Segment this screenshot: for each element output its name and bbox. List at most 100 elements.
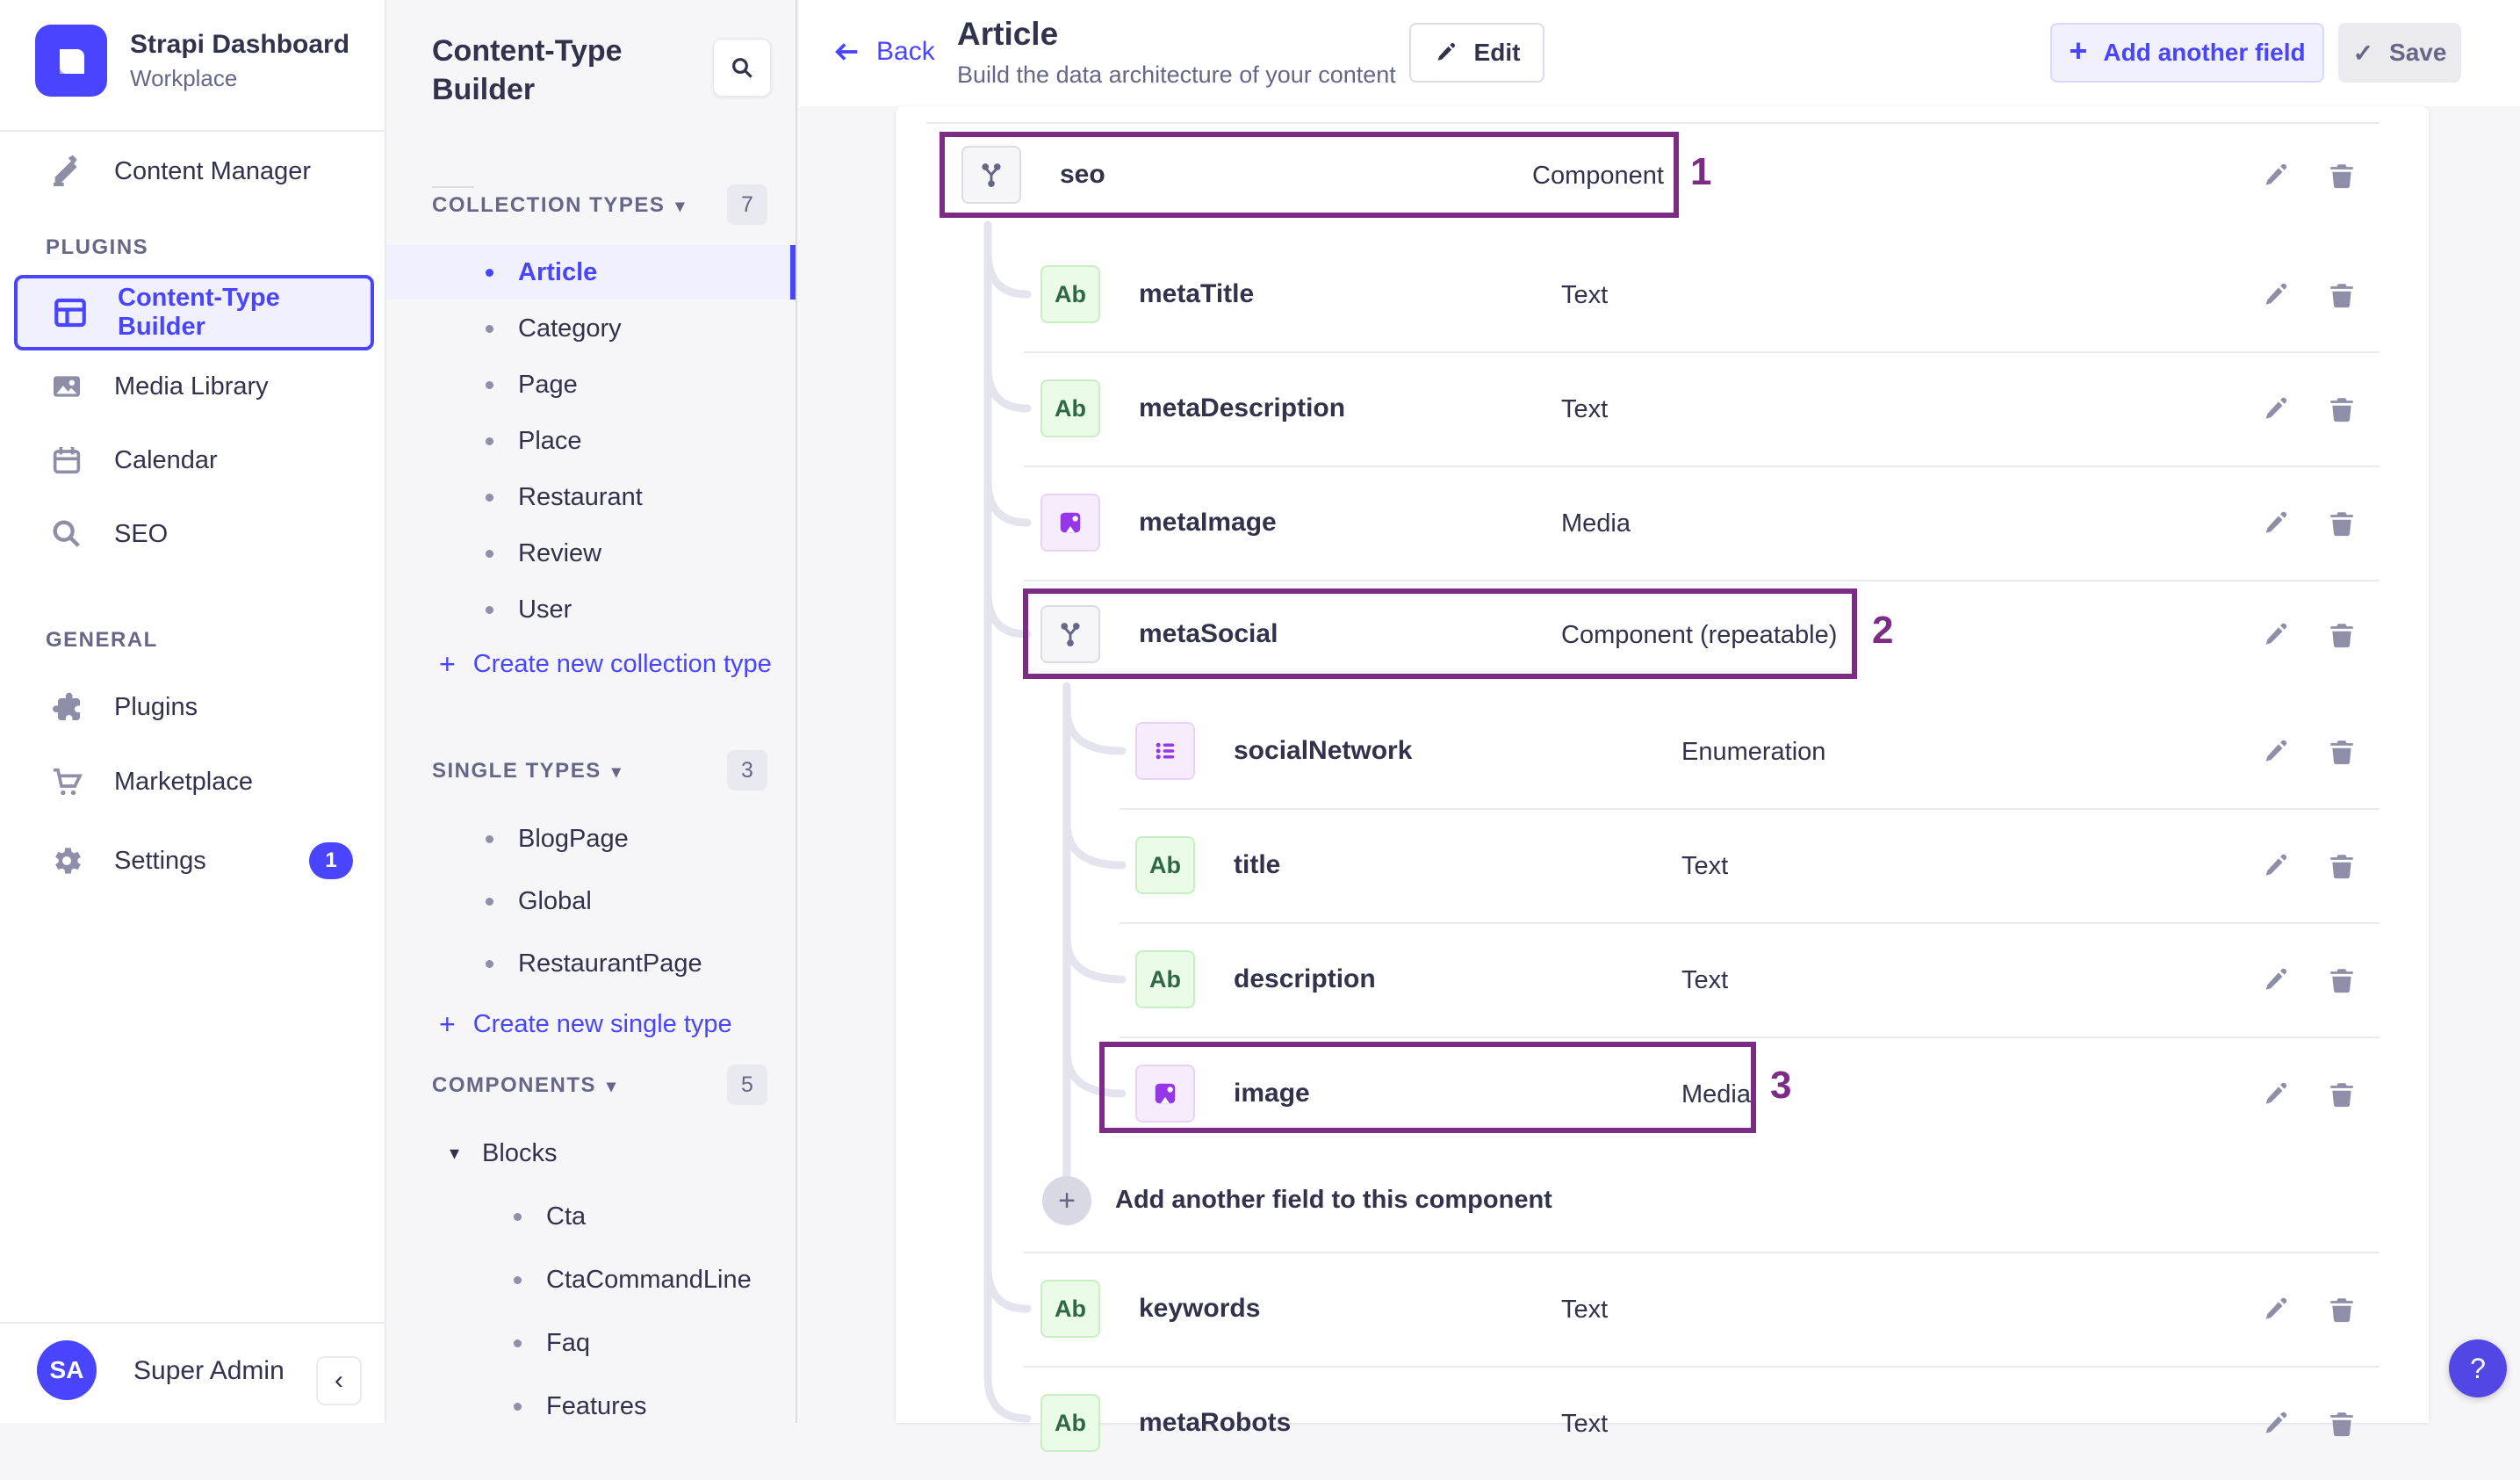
- edit-field-button[interactable]: [2257, 504, 2295, 543]
- subnav-item-review[interactable]: Review: [386, 526, 796, 581]
- table-row-metadescription: Ab metaDescription Text: [896, 351, 2429, 466]
- text-field-icon: Ab: [1040, 1280, 1100, 1338]
- subnav-item-restaurant[interactable]: Restaurant: [386, 470, 796, 524]
- subnav-item-global[interactable]: Global: [386, 874, 796, 928]
- active-indicator: [790, 245, 796, 300]
- plus-icon: +: [439, 647, 456, 680]
- edit-field-button[interactable]: [2257, 1290, 2295, 1329]
- avatar[interactable]: SA: [37, 1340, 97, 1400]
- collection-types-count: 7: [727, 184, 767, 225]
- add-field-label: Add another field to this component: [1115, 1186, 1552, 1214]
- sidebar-item-marketplace[interactable]: Marketplace: [14, 744, 374, 819]
- edit-field-button[interactable]: [2257, 156, 2295, 195]
- subnav-item-user[interactable]: User: [386, 582, 796, 637]
- edit-field-button[interactable]: [2257, 390, 2295, 429]
- help-button[interactable]: ?: [2449, 1339, 2507, 1397]
- subnav-item-cta[interactable]: Cta: [386, 1189, 796, 1244]
- create-collection-type-link[interactable]: + Create new collection type: [439, 639, 772, 689]
- sidebar-item-calendar[interactable]: Calendar: [14, 422, 374, 498]
- field-name: image: [1234, 1079, 1310, 1108]
- delete-field-button[interactable]: [2322, 1075, 2361, 1114]
- delete-field-button[interactable]: [2322, 847, 2361, 885]
- edit-field-button[interactable]: [2257, 733, 2295, 771]
- pencil-icon: [1437, 43, 1455, 61]
- subnav-item-faq[interactable]: Faq: [386, 1316, 796, 1370]
- bullet-icon: [486, 549, 493, 558]
- subnav-item-category[interactable]: Category: [386, 301, 796, 356]
- workspace-brand[interactable]: Strapi Dashboard Workplace: [35, 25, 349, 97]
- media-field-icon: [1135, 1065, 1195, 1123]
- delete-field-button[interactable]: [2322, 504, 2361, 543]
- delete-field-button[interactable]: [2322, 733, 2361, 771]
- delete-field-button[interactable]: [2322, 390, 2361, 429]
- delete-field-button[interactable]: [2322, 961, 2361, 1000]
- subnav-item-restaurantpage[interactable]: RestaurantPage: [386, 936, 796, 991]
- cart-icon: [47, 762, 86, 801]
- collapse-sidebar-button[interactable]: ‹: [316, 1356, 362, 1405]
- delete-field-button[interactable]: [2322, 616, 2361, 654]
- field-type: Text: [1681, 852, 1729, 880]
- gear-icon: [47, 841, 86, 880]
- subnav-item-features[interactable]: Features: [386, 1379, 796, 1433]
- bullet-icon: [514, 1402, 522, 1411]
- single-types-count: 3: [727, 750, 767, 791]
- content-type-builder-icon: [51, 293, 90, 332]
- edit-field-button[interactable]: [2257, 1075, 2295, 1114]
- edit-field-button[interactable]: [2257, 1404, 2295, 1443]
- sidebar-item-plugins[interactable]: Plugins: [14, 669, 374, 745]
- subnav-item-place[interactable]: Place: [386, 414, 796, 468]
- single-types-header[interactable]: SINGLE TYPES ▾: [432, 759, 622, 783]
- delete-field-button[interactable]: [2322, 1404, 2361, 1443]
- subnav-item-ctacommandline[interactable]: CtaCommandLine: [386, 1253, 796, 1307]
- content-type-builder-sidebar: Content-Type Builder COLLECTION TYPES ▾ 7…: [386, 0, 797, 1423]
- content-manager-icon: [47, 152, 86, 191]
- sidebar-item-media-library[interactable]: Media Library: [14, 349, 374, 424]
- edit-field-button[interactable]: [2257, 616, 2295, 654]
- sidebar-item-content-type-builder[interactable]: Content-Type Builder: [14, 275, 374, 350]
- text-field-icon: Ab: [1135, 836, 1195, 894]
- field-type: Enumeration: [1681, 738, 1826, 766]
- back-button[interactable]: Back: [832, 37, 935, 67]
- field-type: Text: [1561, 395, 1609, 423]
- field-type: Component: [1532, 162, 1664, 190]
- field-type: Text: [1681, 966, 1729, 994]
- page-subtitle: Build the data architecture of your cont…: [957, 61, 1396, 88]
- field-name: seo: [1060, 160, 1105, 189]
- field-type: Component (repeatable): [1561, 621, 1838, 649]
- component-field-icon: [1040, 605, 1100, 663]
- create-single-type-link[interactable]: + Create new single type: [439, 1000, 732, 1049]
- sidebar-item-label: Settings: [114, 846, 206, 875]
- text-field-icon: Ab: [1040, 265, 1100, 323]
- settings-notification-badge: 1: [309, 842, 353, 879]
- search-icon: [732, 58, 752, 78]
- edit-button[interactable]: Edit: [1409, 23, 1544, 83]
- delete-field-button[interactable]: [2322, 1290, 2361, 1329]
- plus-circle-icon: +: [1042, 1176, 1091, 1225]
- bullet-icon: [486, 834, 493, 843]
- puzzle-icon: [47, 688, 86, 726]
- text-field-icon: Ab: [1040, 379, 1100, 437]
- sidebar-item-seo[interactable]: SEO: [14, 496, 374, 572]
- delete-field-button[interactable]: [2322, 276, 2361, 314]
- subnav-item-page[interactable]: Page: [386, 357, 796, 412]
- subnav-item-article[interactable]: Article: [386, 245, 796, 300]
- component-group-blocks[interactable]: ▾ Blocks: [386, 1126, 796, 1180]
- table-row-image: image Media: [896, 1036, 2429, 1151]
- add-field-to-component-button[interactable]: + Add another field to this component: [896, 1144, 2429, 1258]
- field-name: description: [1234, 964, 1376, 993]
- field-type: Text: [1561, 1296, 1609, 1324]
- edit-field-button[interactable]: [2257, 276, 2295, 314]
- add-another-field-button[interactable]: + Add another field: [2050, 23, 2324, 83]
- subnav-item-blogpage[interactable]: BlogPage: [386, 812, 796, 866]
- edit-field-button[interactable]: [2257, 847, 2295, 885]
- save-button[interactable]: ✓ Save: [2338, 23, 2461, 83]
- sidebar-item-content-manager[interactable]: Content Manager: [14, 134, 374, 209]
- delete-field-button[interactable]: [2322, 156, 2361, 195]
- arrow-left-icon: [835, 43, 858, 61]
- components-header[interactable]: COMPONENTS ▾: [432, 1073, 617, 1098]
- search-button[interactable]: [713, 39, 771, 97]
- table-row-metasocial: metaSocial Component (repeatable): [896, 577, 2429, 691]
- collection-types-header[interactable]: COLLECTION TYPES ▾: [432, 193, 686, 218]
- edit-field-button[interactable]: [2257, 961, 2295, 1000]
- field-name: keywords: [1139, 1294, 1261, 1323]
